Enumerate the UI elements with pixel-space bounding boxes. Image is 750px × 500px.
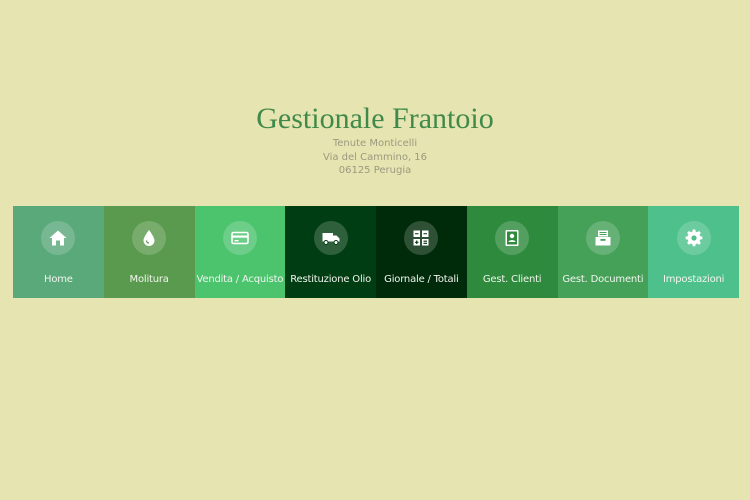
menu-label-restituzione-olio: Restituzione Olio [290,274,372,285]
company-city: 06125 Perugia [338,165,412,176]
menu-label-gest-documenti: Gest. Documenti [562,274,644,285]
home-icon [41,221,76,255]
menu-label-gest-clienti: Gest. Clienti [482,274,542,285]
company-address: Via del Cammino, 16 [322,151,428,163]
menu-tile-impostazioni[interactable]: Impostazioni [648,206,739,298]
main-menu: Home Molitura Vendita / Acquisto Restitu… [13,206,739,298]
menu-tile-vendita-acquisto[interactable]: Vendita / Acquisto [194,206,286,298]
menu-tile-gest-documenti[interactable]: Gest. Documenti [557,206,649,298]
drop-icon [132,221,167,255]
archive-icon [585,221,620,255]
menu-label-giornale-totali: Giornale / Totali [384,274,459,285]
menu-label-vendita-acquisto: Vendita / Acquisto [196,274,284,285]
menu-label-impostazioni: Impostazioni [662,274,725,285]
menu-tile-home[interactable]: Home [13,206,104,298]
menu-tile-giornale-totali[interactable]: Giornale / Totali [376,206,467,298]
menu-label-molitura: Molitura [129,274,169,285]
menu-tile-gest-clienti[interactable]: Gest. Clienti [466,206,558,298]
company-name: Tenute Monticelli [332,138,418,149]
truck-icon [313,221,348,255]
app-header: Gestionale Frantoio Tenute Monticelli Vi… [0,101,750,178]
page-title: Gestionale Frantoio [256,102,494,135]
menu-label-home: Home [44,274,73,285]
credit-card-icon [222,221,257,255]
menu-tile-molitura[interactable]: Molitura [103,206,195,298]
contact-card-icon [495,221,530,255]
menu-tile-restituzione-olio[interactable]: Restituzione Olio [285,206,376,298]
calculator-icon [404,221,439,255]
gear-icon [676,221,711,255]
